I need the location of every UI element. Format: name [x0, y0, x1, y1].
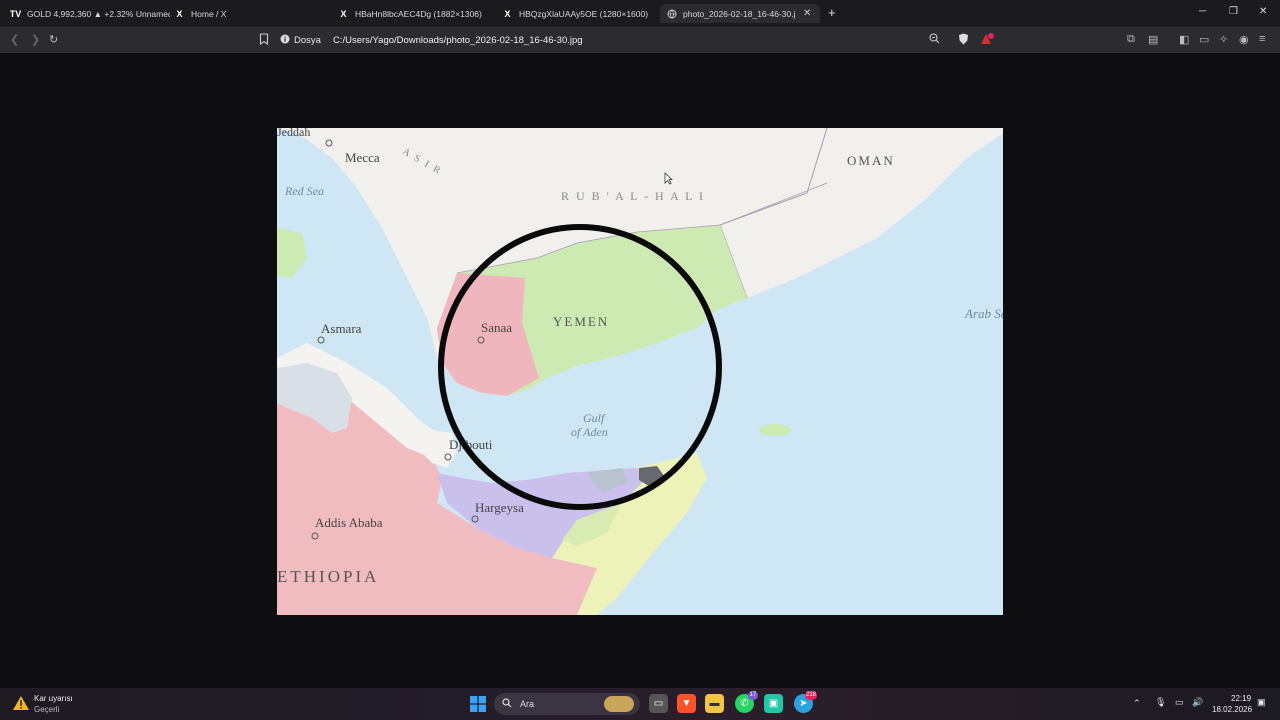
chat-app-icon[interactable]: ▣ — [764, 694, 783, 713]
tab-home-x[interactable]: X Home / X — [174, 4, 324, 23]
label-gulf-of-aden-1: Gulf — [583, 411, 606, 425]
restore-icon[interactable]: ❐ — [1229, 6, 1238, 17]
tab-label: Home / X — [191, 8, 227, 19]
wallet-panel-icon[interactable]: ▤ — [1148, 33, 1158, 46]
task-view-icon[interactable]: ▭ — [649, 694, 668, 713]
x-icon: X — [340, 8, 347, 19]
whatsapp-icon[interactable]: ✆ 17 — [735, 691, 758, 713]
label-ethiopia: ETHIOPIA — [277, 567, 379, 586]
x-icon: X — [504, 8, 511, 19]
microphone-icon[interactable]: 🎙 — [1155, 697, 1166, 708]
tab-photo[interactable]: photo_2026-02-18_16-46-30.jpg ✕ — [660, 4, 820, 23]
wallet-icon[interactable]: ▭ — [1199, 33, 1209, 46]
taskbar-search[interactable]: Ara — [494, 693, 640, 715]
label-asmara: Asmara — [321, 321, 362, 336]
menu-icon[interactable]: ≡ — [1259, 33, 1265, 45]
label-mecca: Mecca — [345, 150, 380, 165]
brave-browser-icon[interactable]: ▼ — [677, 694, 696, 713]
leo-ai-icon[interactable]: ✧ — [1219, 33, 1228, 46]
telegram-icon[interactable]: ➤ 218 — [794, 691, 817, 713]
weather-title: Kar uyarısı — [34, 694, 73, 703]
scheme-label: Dosya — [294, 34, 321, 46]
close-tab-icon[interactable]: ✕ — [803, 8, 811, 19]
search-placeholder: Ara — [520, 699, 535, 709]
tab-bar: TV GOLD 4,992,360 ▲ +2.32% Unnamed X Hom… — [0, 0, 1280, 27]
tab-label: HBaHn8lbcAEC4Dg (1882×1306) — [355, 8, 482, 19]
label-rub-al-khali: R U B ' A L - H A L I — [561, 189, 705, 203]
tab-label: GOLD 4,992,360 ▲ +2.32% Unnamed — [27, 8, 170, 19]
socotra-island — [759, 424, 791, 436]
tab-label: photo_2026-02-18_16-46-30.jpg — [683, 8, 795, 19]
weather-icon[interactable] — [12, 694, 30, 717]
vpn-icon[interactable]: ◉ — [1239, 33, 1249, 46]
telegram-badge: 218 — [804, 691, 817, 700]
tray-expand-icon[interactable]: ⌃ — [1133, 698, 1141, 709]
back-icon[interactable]: ❮ — [10, 33, 19, 46]
label-jeddah: Jeddah — [277, 128, 310, 139]
map-image: Jeddah Mecca A S I R Red Sea R U B ' A L… — [277, 128, 1003, 615]
tradingview-icon: TV — [10, 8, 22, 19]
tab-image-1[interactable]: X HBaHn8lbcAEC4Dg (1882×1306) — [338, 4, 488, 23]
notification-icon[interactable]: ▣ — [1257, 697, 1266, 708]
windows-start-icon[interactable] — [470, 696, 486, 717]
label-hargeysa: Hargeysa — [475, 500, 524, 515]
taskbar: Kar uyarısı Geçerli Ara ▭ ▼ ▬ ✆ 17 ▣ ➤ 2… — [0, 688, 1280, 720]
search-highlight-icon — [604, 696, 634, 712]
tab-gold[interactable]: TV GOLD 4,992,360 ▲ +2.32% Unnamed — [10, 4, 170, 23]
minimize-icon[interactable]: ─ — [1199, 6, 1206, 17]
mouse-cursor-icon — [664, 172, 673, 185]
brave-rewards-icon[interactable] — [980, 33, 994, 48]
toolbar: ❮ ❯ ↻ Dosya C:/Users/Yago/Downloads/phot… — [0, 27, 1280, 53]
search-icon — [502, 698, 512, 710]
label-gulf-of-aden-2: of Aden — [571, 425, 608, 439]
label-red-sea: Red Sea — [284, 184, 324, 198]
close-window-icon[interactable]: ✕ — [1259, 6, 1267, 17]
reload-icon[interactable]: ↻ — [49, 33, 58, 46]
tab-label: HBQzgXlaUAAy5OE (1280×1600) — [519, 8, 649, 19]
file-explorer-icon[interactable]: ▬ — [705, 694, 724, 713]
url-text: C:/Users/Yago/Downloads/photo_2026-02-18… — [332, 34, 583, 46]
weather-subtitle: Geçerli — [34, 705, 60, 714]
new-tab-icon[interactable]: + — [828, 5, 836, 20]
brave-shield-icon[interactable] — [958, 33, 969, 48]
label-addis-ababa: Addis Ababa — [315, 515, 383, 530]
whatsapp-badge: 17 — [748, 691, 758, 700]
network-icon[interactable]: ▭ — [1175, 697, 1184, 708]
clock-date[interactable]: 18.02.2026 — [1212, 705, 1252, 714]
x-icon: X — [176, 8, 183, 19]
sidebar-icon[interactable]: ◧ — [1179, 33, 1189, 46]
bookmark-icon[interactable] — [259, 33, 269, 48]
label-oman: OMAN — [847, 153, 895, 168]
forward-icon[interactable]: ❯ — [31, 33, 40, 46]
label-sanaa: Sanaa — [481, 320, 512, 335]
volume-icon[interactable]: 🔊 — [1192, 697, 1203, 708]
address-bar[interactable]: Dosya C:/Users/Yago/Downloads/photo_2026… — [280, 31, 1000, 49]
label-arabian-sea: Arab Se — [964, 306, 1003, 321]
zoom-icon[interactable] — [929, 33, 940, 47]
extensions-icon[interactable]: ⧉ — [1127, 33, 1135, 46]
clock-time[interactable]: 22:19 — [1231, 694, 1251, 703]
info-icon[interactable] — [280, 34, 290, 47]
label-yemen: YEMEN — [553, 314, 609, 329]
tab-image-2[interactable]: X HBQzgXlaUAAy5OE (1280×1600) — [502, 4, 652, 23]
globe-icon — [666, 8, 677, 19]
